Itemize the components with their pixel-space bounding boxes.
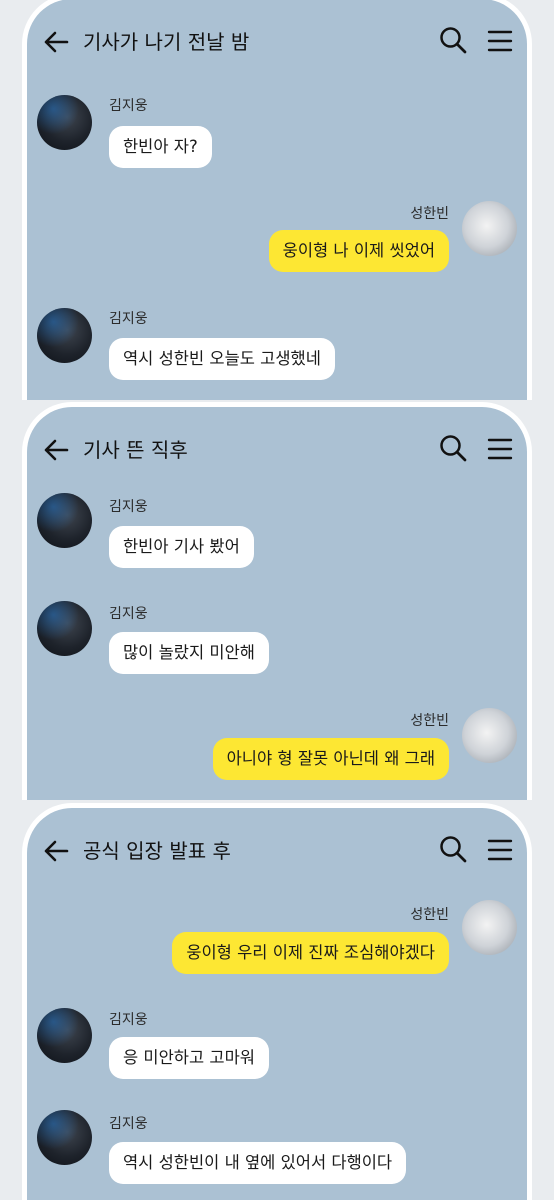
chat-panel-2: 기사 뜬 직후 김지웅 한빈아 기사 봤어 김지웅 많이 놀랐지 미안해 성한빈… (0, 400, 554, 800)
menu-icon[interactable] (487, 30, 513, 52)
menu-icon[interactable] (487, 438, 513, 460)
sender-name: 성한빈 (410, 907, 449, 923)
message-bubble-sent[interactable]: 웅이형 나 이제 씻었어 (268, 230, 449, 272)
chat-room-title: 기사가 나기 전날 밤 (83, 30, 250, 54)
message-bubble-received[interactable]: 한빈아 기사 봤어 (109, 526, 254, 568)
message-bubble-received[interactable]: 많이 놀랐지 미안해 (109, 632, 269, 674)
sender-name: 김지웅 (109, 98, 148, 114)
chat-header: 기사 뜬 직후 (27, 407, 527, 491)
chat-room: 기사가 나기 전날 밤 김지웅 한빈아 자? 성한빈 웅이형 나 이제 씻었어 … (22, 0, 532, 400)
sender-name: 성한빈 (410, 206, 449, 222)
chat-header: 기사가 나기 전날 밤 (27, 0, 527, 83)
search-icon[interactable] (439, 434, 467, 462)
back-arrow-icon[interactable] (43, 438, 69, 462)
search-icon[interactable] (439, 26, 467, 54)
avatar-kim-jiwoong[interactable] (37, 493, 92, 548)
back-arrow-icon[interactable] (43, 30, 69, 54)
chat-room-title: 공식 입장 발표 후 (83, 839, 231, 863)
avatar-kim-jiwoong[interactable] (37, 601, 92, 656)
message-bubble-received[interactable]: 역시 성한빈 오늘도 고생했네 (109, 338, 335, 380)
avatar-sung-hanbin[interactable] (462, 201, 517, 256)
back-arrow-icon[interactable] (43, 839, 69, 863)
message-bubble-sent[interactable]: 아니야 형 잘못 아닌데 왜 그래 (212, 738, 449, 780)
avatar-kim-jiwoong[interactable] (37, 95, 92, 150)
message-bubble-received[interactable]: 한빈아 자? (109, 126, 212, 168)
message-bubble-received[interactable]: 역시 성한빈이 내 옆에 있어서 다행이다 (109, 1142, 407, 1184)
chat-room: 기사 뜬 직후 김지웅 한빈아 기사 봤어 김지웅 많이 놀랐지 미안해 성한빈… (22, 402, 532, 800)
sender-name: 김지웅 (109, 499, 148, 515)
sender-name: 김지웅 (109, 1116, 148, 1132)
sender-name: 성한빈 (410, 713, 449, 729)
chat-panel-3: 공식 입장 발표 후 성한빈 웅이형 우리 이제 진짜 조심해야겠다 김지웅 응… (0, 800, 554, 1200)
message-bubble-sent[interactable]: 웅이형 우리 이제 진짜 조심해야겠다 (172, 932, 449, 974)
chat-panel-1: 기사가 나기 전날 밤 김지웅 한빈아 자? 성한빈 웅이형 나 이제 씻었어 … (0, 0, 554, 400)
chat-room-title: 기사 뜬 직후 (83, 438, 188, 462)
message-bubble-received[interactable]: 응 미안하고 고마워 (109, 1037, 269, 1079)
sender-name: 김지웅 (109, 311, 148, 327)
avatar-kim-jiwoong[interactable] (37, 1110, 92, 1165)
chat-room: 공식 입장 발표 후 성한빈 웅이형 우리 이제 진짜 조심해야겠다 김지웅 응… (22, 803, 532, 1200)
avatar-sung-hanbin[interactable] (462, 708, 517, 763)
sender-name: 김지웅 (109, 1012, 148, 1028)
avatar-kim-jiwoong[interactable] (37, 308, 92, 363)
avatar-sung-hanbin[interactable] (462, 900, 517, 955)
sender-name: 김지웅 (109, 606, 148, 622)
avatar-kim-jiwoong[interactable] (37, 1008, 92, 1063)
menu-icon[interactable] (487, 839, 513, 861)
chat-header: 공식 입장 발표 후 (27, 808, 527, 892)
search-icon[interactable] (439, 835, 467, 863)
